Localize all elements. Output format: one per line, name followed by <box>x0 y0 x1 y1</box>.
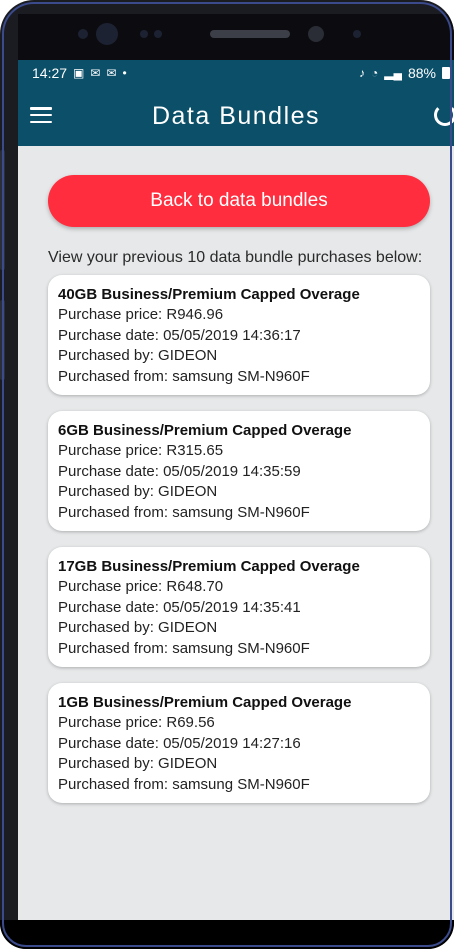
purchased-from: Purchased from: samsung SM-N960F <box>58 639 310 657</box>
mail-icon: ✉ <box>90 66 101 80</box>
purchase-card: 40GB Business/Premium Capped Overage Pur… <box>48 275 430 395</box>
page-title: Data Bundles <box>151 102 321 130</box>
signal-icon: ▂▄ <box>384 66 402 80</box>
bottom-bezel <box>0 920 454 949</box>
gallery-icon: ▣ <box>73 66 85 80</box>
battery-icon <box>442 67 450 79</box>
battery-percent: 88% <box>407 65 436 81</box>
status-bar: 14:27 ▣ ✉ ✉ • ♪ ◔ ▂▄ 88% <box>18 60 454 86</box>
earpiece-speaker <box>210 30 290 38</box>
sensor-icon <box>78 29 88 39</box>
purchased-from: Purchased from: samsung SM-N960F <box>58 503 310 521</box>
purchased-from: Purchased from: samsung SM-N960F <box>58 367 310 385</box>
volume-button <box>0 150 5 270</box>
purchased-by: Purchased by: GIDEON <box>58 347 218 364</box>
status-left: 14:27 ▣ ✉ ✉ • <box>32 65 127 81</box>
mute-icon: ♪ <box>358 66 365 80</box>
dot-icon: • <box>122 66 127 80</box>
purchase-title: 1GB Business/Premium Capped Overage <box>58 694 352 711</box>
purchase-card: 17GB Business/Premium Capped Overage Pur… <box>48 547 430 667</box>
purchase-date: Purchase date: 05/05/2019 14:36:17 <box>58 326 301 344</box>
main-content: Back to data bundles View your previous … <box>18 146 454 803</box>
purchased-by: Purchased by: GIDEON <box>58 619 218 636</box>
mail-icon: ✉ <box>106 66 117 80</box>
sensor-icon <box>353 30 361 38</box>
status-time: 14:27 <box>32 65 68 81</box>
purchase-card: 6GB Business/Premium Capped Overage Purc… <box>48 411 430 531</box>
purchase-price: Purchase price: R69.56 <box>58 714 215 731</box>
purchase-date: Purchase date: 05/05/2019 14:27:16 <box>58 734 301 752</box>
purchased-by: Purchased by: GIDEON <box>58 483 218 500</box>
purchase-price: Purchase price: R648.70 <box>58 578 224 595</box>
screen: 14:27 ▣ ✉ ✉ • ♪ ◔ ▂▄ 88% Data Bundles Ba… <box>18 60 454 920</box>
sensor-icon <box>140 30 148 38</box>
status-right: ♪ ◔ ▂▄ 88% <box>359 65 454 81</box>
purchase-date: Purchase date: 05/05/2019 14:35:41 <box>58 598 301 616</box>
purchased-from: Purchased from: samsung SM-N960F <box>58 775 310 793</box>
purchase-price: Purchase price: R315.65 <box>58 442 224 459</box>
app-bar: Data Bundles <box>18 86 454 146</box>
wifi-icon: ◔ <box>370 66 379 80</box>
purchase-date: Purchase date: 05/05/2019 14:35:59 <box>58 462 301 480</box>
front-camera-icon <box>96 23 118 45</box>
intro-text: View your previous 10 data bundle purcha… <box>48 249 423 266</box>
purchase-price: Purchase price: R946.96 <box>58 306 224 323</box>
purchase-title: 6GB Business/Premium Capped Overage <box>58 422 352 439</box>
phone-frame: 14:27 ▣ ✉ ✉ • ♪ ◔ ▂▄ 88% Data Bundles Ba… <box>0 0 454 949</box>
sensor-icon <box>154 30 162 38</box>
purchased-by: Purchased by: GIDEON <box>58 755 218 772</box>
camera-lens-icon <box>308 26 324 42</box>
purchase-title: 17GB Business/Premium Capped Overage <box>58 558 360 575</box>
bixby-button <box>0 300 5 380</box>
refresh-icon[interactable] <box>434 104 454 126</box>
purchase-card: 1GB Business/Premium Capped Overage Purc… <box>48 683 430 803</box>
purchase-title: 40GB Business/Premium Capped Overage <box>58 286 360 303</box>
back-to-data-bundles-button[interactable]: Back to data bundles <box>48 175 430 227</box>
